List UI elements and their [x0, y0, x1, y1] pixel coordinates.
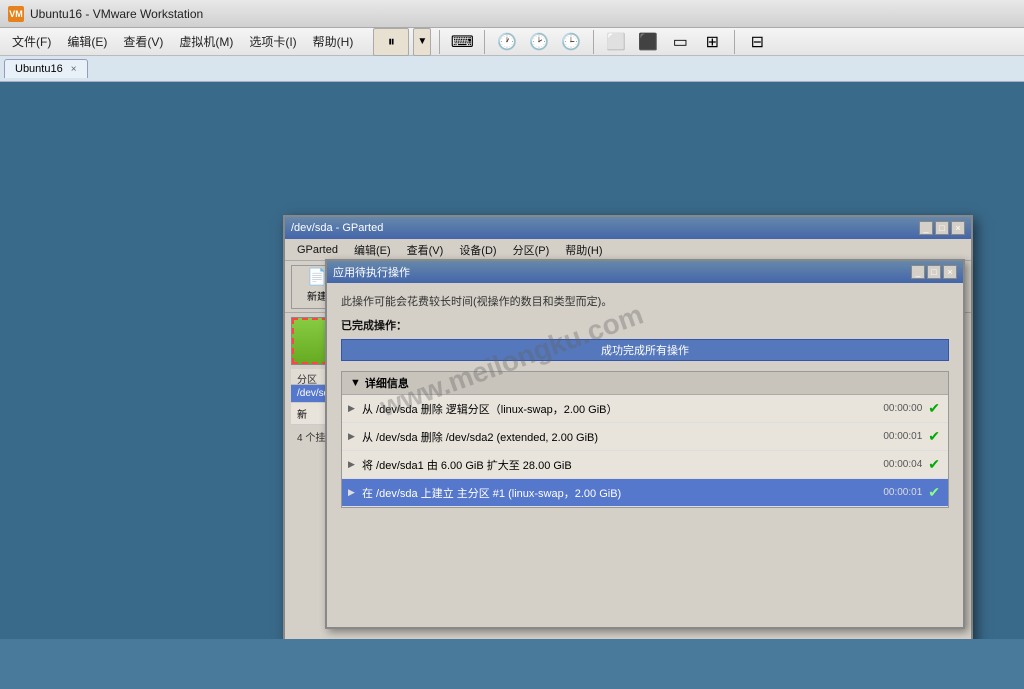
detail-header[interactable]: ▼ 详细信息	[342, 372, 948, 395]
tab-label: Ubuntu16	[15, 63, 63, 75]
vmware-menubar: 文件(F) 编辑(E) 查看(V) 虚拟机(M) 选项卡(I) 帮助(H) ⏸ …	[0, 28, 1024, 56]
gparted-menu-view[interactable]: 查看(V)	[399, 240, 452, 260]
ubuntu16-tab[interactable]: Ubuntu16 ×	[4, 59, 88, 78]
op-2-time: 00:00:01	[883, 431, 922, 442]
op-row-3[interactable]: ▶ 将 /dev/sda1 由 6.00 GiB 扩大至 28.00 GiB 0…	[342, 451, 948, 479]
menu-file[interactable]: 文件(F)	[4, 29, 59, 54]
settings[interactable]: ⊟	[743, 28, 771, 56]
progress-dialog-title: 应用待执行操作	[333, 264, 410, 280]
completed-label: 已完成操作：	[341, 317, 949, 333]
toolbar-separator-4	[734, 30, 735, 54]
menu-vm[interactable]: 虚拟机(M)	[171, 29, 241, 54]
op-1-time: 00:00:00	[883, 403, 922, 414]
vmware-logo-text: VM	[9, 9, 23, 19]
op-2-arrow: ▶	[348, 431, 355, 442]
vm-content-area: /dev/sda - GParted _ □ × GParted 编辑(E) 查…	[0, 82, 1024, 639]
op-4-time: 00:00:01	[883, 487, 922, 498]
menu-help[interactable]: 帮助(H)	[305, 29, 362, 54]
op-2-text: 从 /dev/sda 删除 /dev/sda2 (extended, 2.00 …	[362, 429, 875, 445]
progress-hint: 此操作可能会花费较长时间(视操作的数目和类型而定)。	[341, 293, 949, 309]
new-icon: 📄	[307, 270, 327, 286]
op-2-check: ✔	[928, 428, 940, 445]
op-3-check: ✔	[928, 456, 940, 473]
op-1-text: 从 /dev/sda 删除 逻辑分区（linux-swap，2.00 GiB）	[362, 401, 875, 417]
progress-content: 此操作可能会花费较长时间(视操作的数目和类型而定)。 已完成操作： 成功完成所有…	[327, 283, 963, 518]
gparted-maximize[interactable]: □	[935, 221, 949, 235]
progress-dialog-titlebar: 应用待执行操作 _ □ ×	[327, 261, 963, 283]
op-3-text: 将 /dev/sda1 由 6.00 GiB 扩大至 28.00 GiB	[362, 457, 875, 473]
tab-close[interactable]: ×	[71, 64, 77, 75]
op-4-arrow: ▶	[348, 487, 355, 498]
op-4-check: ✔	[928, 484, 940, 501]
gparted-menu-edit[interactable]: 编辑(E)	[346, 240, 399, 260]
gparted-close[interactable]: ×	[951, 221, 965, 235]
menu-view[interactable]: 查看(V)	[115, 29, 171, 54]
op-1-arrow: ▶	[348, 403, 355, 414]
send-ctrl-alt-del[interactable]: ⌨	[448, 28, 476, 56]
progress-title-buttons: _ □ ×	[911, 265, 957, 279]
progress-close[interactable]: ×	[943, 265, 957, 279]
op-row-1[interactable]: ▶ 从 /dev/sda 删除 逻辑分区（linux-swap，2.00 GiB…	[342, 395, 948, 423]
menu-tabs[interactable]: 选项卡(I)	[241, 29, 304, 54]
snapshot-2[interactable]: 🕑	[525, 28, 553, 56]
op-4-text: 在 /dev/sda 上建立 主分区 #1 (linux-swap，2.00 G…	[362, 485, 875, 501]
vmware-titlebar: VM Ubuntu16 - VMware Workstation	[0, 0, 1024, 28]
op-3-arrow: ▶	[348, 459, 355, 470]
success-bar: 成功完成所有操作	[341, 339, 949, 361]
new-label: 新建	[307, 288, 327, 303]
menu-edit[interactable]: 编辑(E)	[59, 29, 115, 54]
detail-header-text: 详细信息	[365, 375, 409, 391]
toolbar-separator-2	[484, 30, 485, 54]
toolbar-separator-3	[593, 30, 594, 54]
gparted-menu-help[interactable]: 帮助(H)	[557, 240, 610, 260]
vmware-logo: VM	[8, 6, 24, 22]
snapshot-1[interactable]: 🕐	[493, 28, 521, 56]
pause-button[interactable]: ⏸	[373, 28, 409, 56]
success-text: 成功完成所有操作	[601, 342, 689, 358]
view-split[interactable]: ▭	[666, 28, 694, 56]
view-extend[interactable]: ⊞	[698, 28, 726, 56]
gparted-menu-partition[interactable]: 分区(P)	[505, 240, 558, 260]
progress-dialog: 应用待执行操作 _ □ × 此操作可能会花费较长时间(视操作的数目和类型而定)。…	[325, 259, 965, 629]
gparted-menu-gparted[interactable]: GParted	[289, 242, 346, 258]
gparted-minimize[interactable]: _	[919, 221, 933, 235]
gparted-menu-device[interactable]: 设备(D)	[451, 240, 504, 260]
pause-dropdown[interactable]: ▼	[413, 28, 431, 56]
view-unity[interactable]: ⬛	[634, 28, 662, 56]
toolbar-separator-1	[439, 30, 440, 54]
op-row-2[interactable]: ▶ 从 /dev/sda 删除 /dev/sda2 (extended, 2.0…	[342, 423, 948, 451]
op-row-4[interactable]: ▶ 在 /dev/sda 上建立 主分区 #1 (linux-swap，2.00…	[342, 479, 948, 507]
tab-bar: Ubuntu16 ×	[0, 56, 1024, 82]
view-full[interactable]: ⬜	[602, 28, 630, 56]
gparted-menubar: GParted 编辑(E) 查看(V) 设备(D) 分区(P) 帮助(H)	[285, 239, 971, 261]
progress-minimize[interactable]: _	[911, 265, 925, 279]
detail-section: ▼ 详细信息 ▶ 从 /dev/sda 删除 逻辑分区（linux-swap，2…	[341, 371, 949, 508]
gparted-window: /dev/sda - GParted _ □ × GParted 编辑(E) 查…	[283, 215, 973, 639]
detail-toggle-icon: ▼	[350, 377, 361, 389]
gparted-titlebar: /dev/sda - GParted _ □ ×	[285, 217, 971, 239]
gparted-title: /dev/sda - GParted	[291, 222, 383, 234]
op-3-time: 00:00:04	[883, 459, 922, 470]
gparted-title-buttons: _ □ ×	[919, 221, 965, 235]
vmware-title: Ubuntu16 - VMware Workstation	[30, 7, 203, 21]
progress-maximize[interactable]: □	[927, 265, 941, 279]
snapshot-3[interactable]: 🕒	[557, 28, 585, 56]
op-1-check: ✔	[928, 400, 940, 417]
